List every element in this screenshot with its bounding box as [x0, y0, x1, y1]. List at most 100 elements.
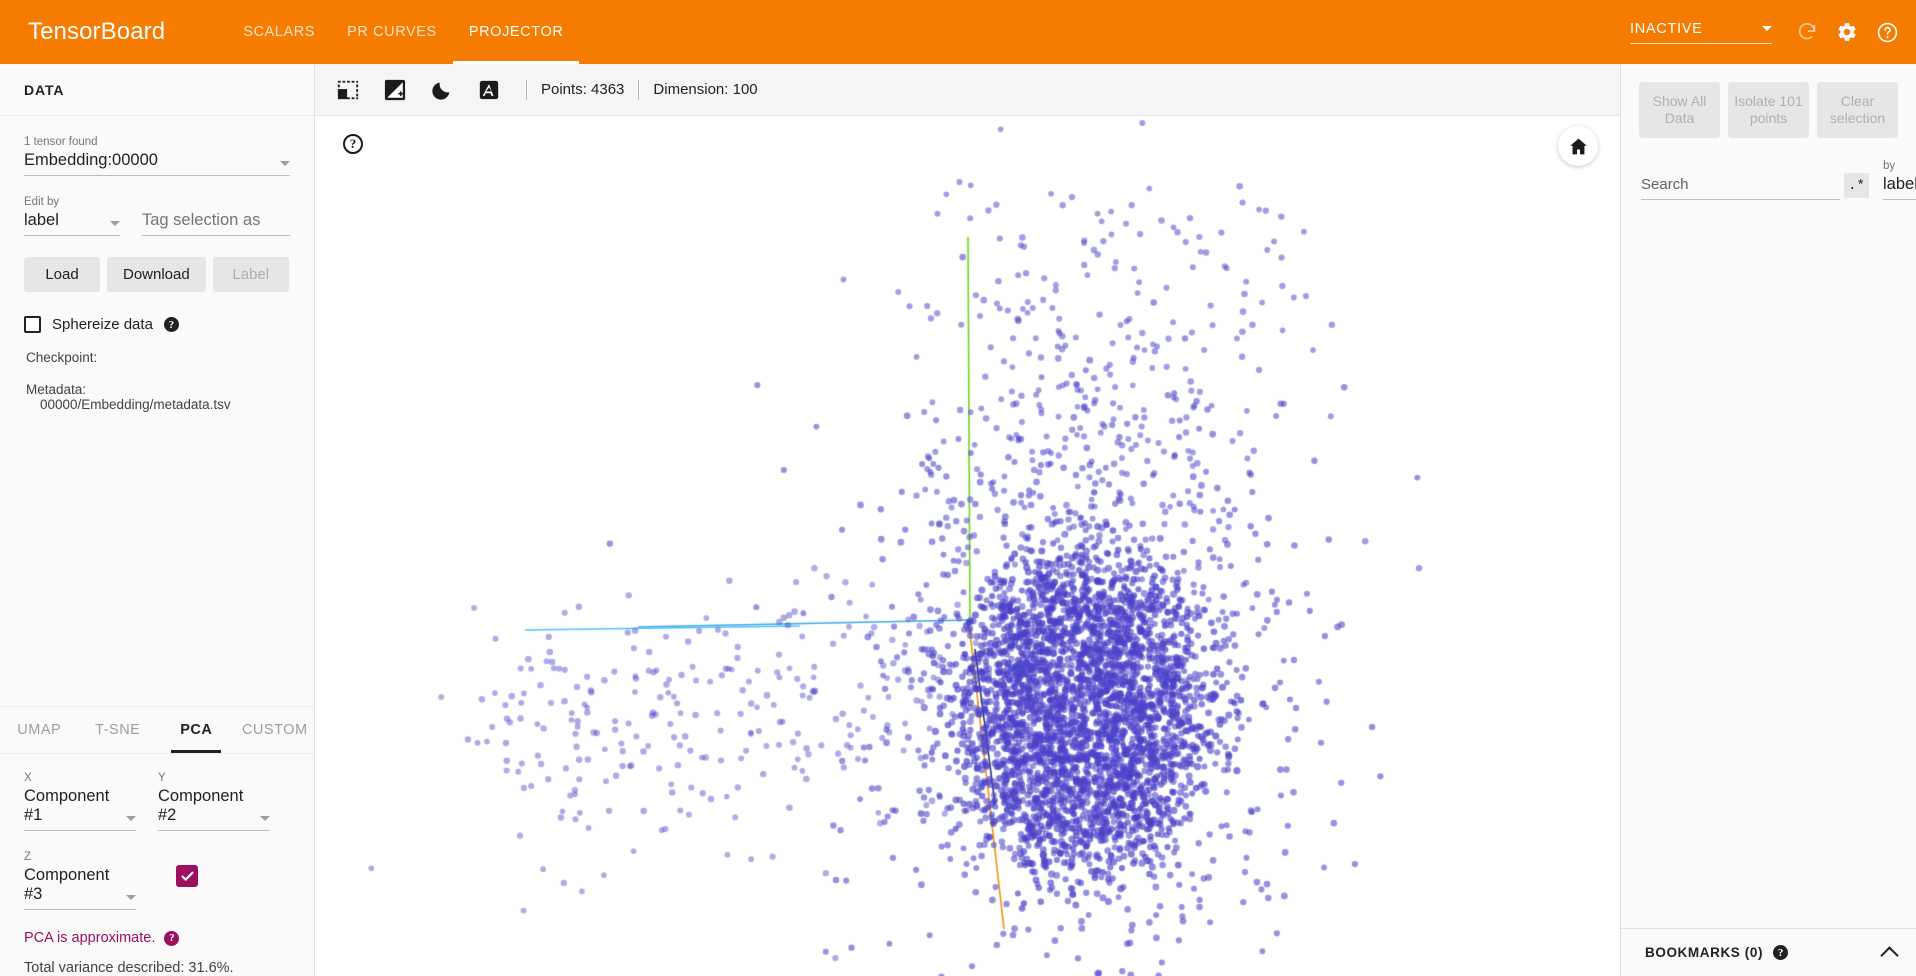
dim-reduction-tabs: UMAP T-SNE PCA CUSTOM [0, 706, 314, 754]
edit-by-label: Edit by [24, 196, 60, 208]
pca-controls: X Component #1 Y Component #2 Z Componen… [0, 754, 314, 976]
tab-pca[interactable]: PCA [157, 707, 236, 753]
dimension-count: Dimension: 100 [653, 81, 758, 98]
clear-selection-button[interactable]: Clear selection [1817, 82, 1898, 138]
pca-y-value: Component #2 [158, 787, 244, 824]
chevron-down-icon [280, 161, 290, 166]
scatter-plot-canvas[interactable] [315, 116, 1620, 976]
reset-view-button[interactable] [1558, 126, 1598, 166]
tensor-select-value: Embedding:00000 [24, 151, 158, 169]
tab-pr-curves[interactable]: PR CURVES [331, 0, 453, 64]
chevron-down-icon [260, 816, 270, 821]
viewer-tool-icons [337, 79, 500, 101]
edit-by-select[interactable]: label [24, 211, 120, 236]
pca-x-label: X [24, 772, 32, 784]
tensor-select[interactable]: Embedding:00000 [24, 151, 290, 176]
download-button[interactable]: Download [107, 257, 206, 292]
search-input[interactable] [1641, 176, 1840, 200]
chevron-down-icon [1762, 26, 1772, 31]
pca-z-checkbox[interactable] [176, 865, 198, 887]
viewer-toolbar: Points: 4363 Dimension: 100 [315, 64, 1620, 116]
pca-y-label: Y [158, 772, 166, 784]
image-adjust-icon[interactable] [384, 79, 406, 101]
pca-y-select[interactable]: Component #2 [158, 787, 270, 831]
app-title: TensorBoard [28, 18, 166, 45]
show-all-data-button[interactable]: Show All Data [1639, 82, 1720, 138]
gear-icon[interactable] [1834, 19, 1860, 45]
sphereize-row: Sphereize data ? [24, 316, 290, 333]
select-box-icon[interactable] [337, 79, 359, 101]
night-mode-icon[interactable] [431, 79, 453, 101]
pca-z-label: Z [24, 851, 32, 863]
isolate-points-button[interactable]: Isolate 101 points [1728, 82, 1809, 138]
pca-xy-row: X Component #1 Y Component #2 [24, 772, 290, 831]
labels-icon[interactable] [478, 79, 500, 101]
checkpoint-line: Checkpoint: [24, 350, 290, 365]
help-icon[interactable]: ? [163, 317, 179, 332]
pca-z-select[interactable]: Component #3 [24, 866, 136, 910]
metadata-value: 00000/Embedding/metadata.tsv [40, 397, 231, 412]
run-status-value: INACTIVE [1630, 20, 1703, 37]
search-by-select[interactable]: label [1883, 175, 1916, 200]
home-icon [1569, 138, 1587, 154]
bookmarks-bar[interactable]: BOOKMARKS (0) ? [1621, 928, 1916, 976]
help-icon[interactable]: ? [164, 930, 180, 946]
pca-z-value: Component #3 [24, 866, 110, 903]
pca-approx-note: PCA is approximate. ? [24, 930, 290, 946]
scatter-canvas-wrap[interactable]: ? [315, 116, 1620, 976]
pca-x-value: Component #1 [24, 787, 110, 824]
data-action-buttons: Load Download Label [24, 257, 290, 292]
load-button[interactable]: Load [24, 257, 100, 292]
edit-by-value: label [24, 211, 59, 229]
viewer-help: ? [343, 134, 363, 154]
metadata-label: Metadata: [26, 382, 87, 397]
chevron-down-icon [126, 895, 136, 900]
reload-icon[interactable] [1794, 19, 1820, 45]
tab-umap[interactable]: UMAP [0, 707, 79, 753]
selection-buttons: Show All Data Isolate 101 points Clear s… [1621, 64, 1916, 138]
search-by-group: by label [1883, 160, 1916, 200]
main-layout: DATA 1 tensor found Embedding:00000 Edit… [0, 64, 1916, 976]
pca-z-row: Z Component #3 [24, 851, 290, 910]
run-status-select[interactable]: INACTIVE [1630, 21, 1772, 44]
viewer-stats: Points: 4363 Dimension: 100 [526, 79, 758, 100]
edit-by-group: Edit by label [24, 196, 120, 236]
tag-selection-group [142, 196, 290, 236]
pca-z-group: Z Component #3 [24, 851, 136, 910]
pca-variance-text: Total variance described: 31.6%. [24, 960, 234, 976]
bookmarks-title: BOOKMARKS (0) [1645, 945, 1764, 960]
header-controls: INACTIVE [1630, 0, 1900, 64]
stats-divider-2 [638, 79, 640, 100]
data-panel-title: DATA [0, 64, 314, 116]
help-icon[interactable] [1874, 19, 1900, 45]
app-header: TensorBoard SCALARS PR CURVES PROJECTOR … [0, 0, 1916, 64]
tab-scalars[interactable]: SCALARS [227, 0, 331, 64]
check-icon [180, 871, 194, 881]
points-count: Points: 4363 [541, 81, 625, 98]
sphereize-label: Sphereize data [52, 316, 153, 333]
stats-divider-1 [526, 79, 527, 100]
tab-custom[interactable]: CUSTOM [236, 707, 315, 753]
label-button[interactable]: Label [212, 257, 289, 292]
tensor-found-label: 1 tensor found [24, 136, 98, 148]
tab-tsne[interactable]: T-SNE [79, 707, 158, 753]
tab-projector[interactable]: PROJECTOR [452, 0, 580, 64]
chevron-up-icon[interactable] [1880, 945, 1899, 965]
data-panel: DATA 1 tensor found Embedding:00000 Edit… [0, 64, 315, 976]
main-nav-tabs: SCALARS PR CURVES PROJECTOR [227, 0, 579, 64]
metadata-line: Metadata: 00000/Embedding/metadata.tsv [24, 382, 290, 412]
chevron-down-icon [126, 816, 136, 821]
help-icon[interactable]: ? [1773, 945, 1789, 960]
edit-by-row: Edit by label [24, 196, 290, 236]
bookmarks-left: BOOKMARKS (0) ? [1645, 945, 1789, 960]
sphereize-checkbox[interactable] [24, 316, 41, 333]
regex-toggle-button[interactable]: .* [1844, 173, 1869, 198]
pca-approx-text: PCA is approximate. [24, 930, 156, 946]
search-by-label: by [1883, 160, 1896, 172]
chevron-down-icon [110, 221, 120, 226]
help-icon[interactable]: ? [343, 134, 363, 154]
tag-selection-input[interactable] [142, 211, 290, 236]
search-group: .* [1641, 173, 1869, 200]
data-panel-body: 1 tensor found Embedding:00000 Edit by l… [0, 116, 314, 706]
pca-x-select[interactable]: Component #1 [24, 787, 136, 831]
